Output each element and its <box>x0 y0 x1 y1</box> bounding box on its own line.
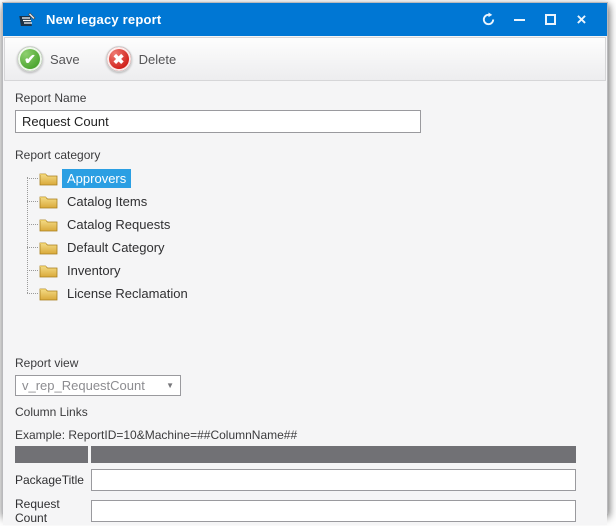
close-button[interactable]: × <box>566 8 597 32</box>
window-title: New legacy report <box>46 12 473 27</box>
title-bar: New legacy report × <box>3 3 607 36</box>
table-row: PackageTitle <box>15 469 576 491</box>
delete-button[interactable]: ✖ Delete <box>106 46 177 72</box>
report-view-value: v_rep_RequestCount <box>22 378 145 393</box>
tree-branch-line <box>27 224 38 225</box>
folder-icon <box>39 171 58 186</box>
folder-icon <box>39 217 58 232</box>
folder-icon <box>39 194 58 209</box>
save-check-icon: ✔ <box>17 46 43 72</box>
column-links-header <box>15 446 576 463</box>
table-row: Request Count <box>15 497 576 525</box>
toolbar: ✔ Save ✖ Delete <box>4 37 606 81</box>
tree-item-catalog-items[interactable]: Catalog Items <box>27 190 595 213</box>
tree-item-catalog-requests[interactable]: Catalog Requests <box>27 213 595 236</box>
tree-branch-line <box>27 247 38 248</box>
refresh-icon[interactable] <box>473 8 504 32</box>
tree-item-label: Catalog Requests <box>62 215 175 234</box>
report-category-label: Report category <box>15 148 595 162</box>
maximize-button[interactable] <box>535 8 566 32</box>
chevron-down-icon: ▼ <box>166 381 174 390</box>
save-label: Save <box>50 52 80 67</box>
delete-x-icon: ✖ <box>106 46 132 72</box>
folder-icon <box>39 286 58 301</box>
minimize-button[interactable] <box>504 8 535 32</box>
delete-label: Delete <box>139 52 177 67</box>
header-cell-field <box>15 446 88 463</box>
report-view-label: Report view <box>15 356 595 370</box>
request-count-link-input[interactable] <box>91 500 576 522</box>
column-links-label: Column Links <box>15 405 595 419</box>
dialog-window: New legacy report × ✔ Save ✖ Delete Repo… <box>2 2 608 514</box>
tree-item-license-reclamation[interactable]: License Reclamation <box>27 282 595 305</box>
header-cell-value <box>91 446 576 463</box>
tree-branch-line <box>27 270 38 271</box>
report-name-input[interactable] <box>15 110 421 133</box>
row-field-label: PackageTitle <box>15 473 91 487</box>
tree-item-approvers[interactable]: Approvers <box>27 167 595 190</box>
dialog-content: Report Name Report category Approvers <box>3 81 607 525</box>
column-links-example: Example: ReportID=10&Machine=##ColumnNam… <box>15 428 595 442</box>
report-name-label: Report Name <box>15 91 595 105</box>
window-controls: × <box>473 8 597 32</box>
save-button[interactable]: ✔ Save <box>17 46 80 72</box>
folder-icon <box>39 263 58 278</box>
packagetitle-link-input[interactable] <box>91 469 576 491</box>
tree-branch-line <box>27 178 38 179</box>
tree-item-label: License Reclamation <box>62 284 193 303</box>
row-field-label: Request Count <box>15 497 91 525</box>
tree-item-default-category[interactable]: Default Category <box>27 236 595 259</box>
folder-icon <box>39 240 58 255</box>
category-tree: Approvers Catalog Items Catalog Requests <box>15 167 595 307</box>
column-links-table: PackageTitle Request Count <box>15 446 576 525</box>
tree-item-inventory[interactable]: Inventory <box>27 259 595 282</box>
report-view-select[interactable]: v_rep_RequestCount ▼ <box>15 375 181 396</box>
tree-branch-line <box>27 293 38 294</box>
tree-item-label: Catalog Items <box>62 192 152 211</box>
tree-item-label: Default Category <box>62 238 170 257</box>
report-note-icon <box>17 11 37 29</box>
tree-branch-line <box>27 201 38 202</box>
tree-item-label: Inventory <box>62 261 125 280</box>
tree-item-label: Approvers <box>62 169 131 188</box>
